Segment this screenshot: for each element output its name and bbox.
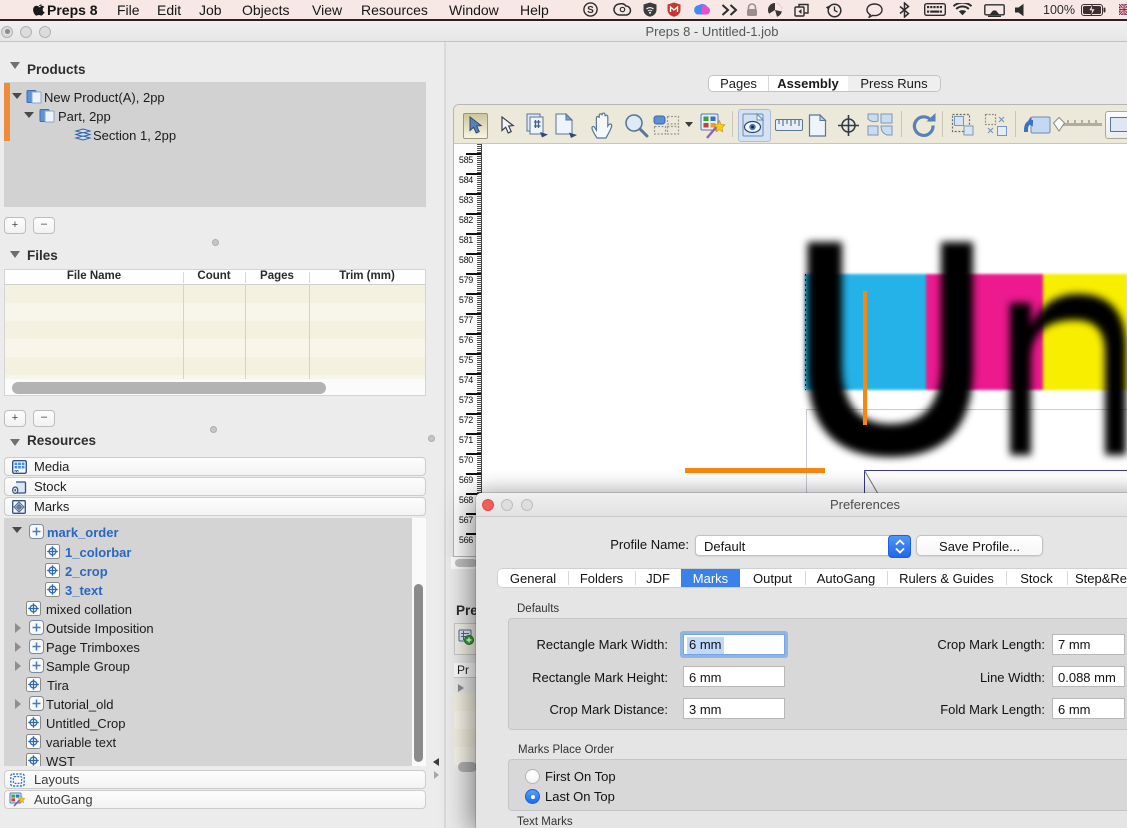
svg-text:S: S bbox=[587, 5, 594, 16]
